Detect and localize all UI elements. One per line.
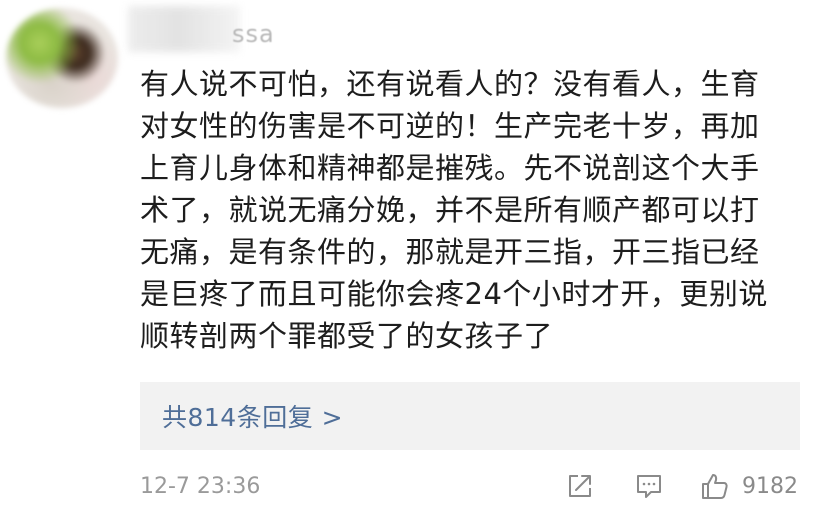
comment-line: 上育儿身体和精神都是摧残。先不说剖这个大手 [140, 151, 760, 185]
comment-icon[interactable] [634, 471, 664, 501]
like-count: 9182 [742, 474, 798, 499]
avatar[interactable] [6, 8, 118, 108]
share-icon[interactable] [565, 471, 595, 501]
like-icon[interactable] [700, 471, 730, 501]
comment-line: 术了，就说无痛分娩，并不是所有顺产都可以打 [140, 193, 760, 227]
comment-line: 有人说不可怕，还有说看人的？没有看人，生育 [140, 67, 760, 101]
timestamp: 12-7 23:36 [140, 474, 261, 499]
comment-footer: 12-7 23:36 9182 [140, 466, 800, 506]
comment-line: 对女性的伤害是不可逆的！生产完老十岁，再加 [140, 109, 760, 143]
comment-line: 顺转剖两个罪都受了的女孩子了 [140, 319, 554, 353]
username-text: ssa [232, 20, 275, 48]
view-replies-link[interactable]: 共814条回复 > [162, 398, 343, 434]
replies-panel[interactable]: 共814条回复 > [140, 382, 800, 450]
comment-body: 有人说不可怕，还有说看人的？没有看人，生育 对女性的伤害是不可逆的！生产完老十岁… [140, 63, 808, 357]
comment-line: 无痛，是有条件的，那就是开三指，开三指已经 [140, 235, 760, 269]
username[interactable]: ssa [128, 6, 278, 52]
username-redaction [128, 6, 240, 52]
comment-line: 是巨疼了而且可能你会疼24个小时才开，更别说 [140, 277, 768, 311]
